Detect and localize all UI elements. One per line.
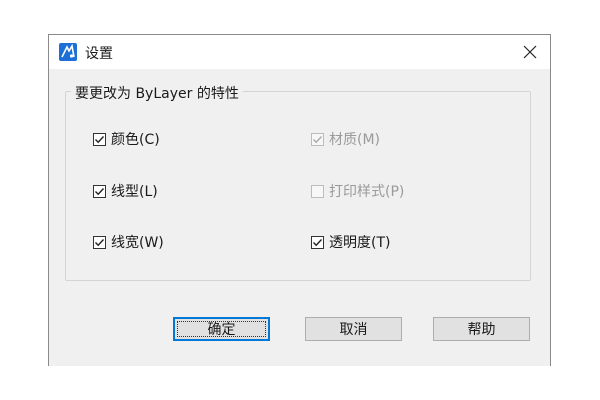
linetype-checkbox[interactable]: 线型(L) <box>93 181 158 201</box>
group-legend: 要更改为 ByLayer 的特性 <box>71 83 243 103</box>
checkbox-box <box>311 184 324 198</box>
plotstyle-checkbox: 打印样式(P) <box>311 181 404 201</box>
checkbox-box[interactable] <box>93 132 106 146</box>
linetype-label: 线型(L) <box>111 184 158 200</box>
title-bar: 设置 <box>49 35 550 69</box>
window-title: 设置 <box>85 46 113 62</box>
color-label: 颜色(C) <box>111 132 160 148</box>
checkbox-box[interactable] <box>93 184 106 198</box>
help-label: 帮助 <box>467 322 496 338</box>
checkbox-box[interactable] <box>93 235 106 249</box>
help-button[interactable]: 帮助 <box>433 317 530 341</box>
ok-button[interactable]: 确定 <box>173 317 270 341</box>
lineweight-checkbox[interactable]: 线宽(W) <box>93 232 164 252</box>
material-checkbox: 材质(M) <box>311 129 380 149</box>
transparency-label: 透明度(T) <box>329 235 391 251</box>
close-icon <box>523 45 537 59</box>
checkbox-box <box>311 132 324 146</box>
checkbox-box[interactable] <box>311 235 324 249</box>
plotstyle-label: 打印样式(P) <box>329 184 405 200</box>
lineweight-label: 线宽(W) <box>111 235 164 251</box>
close-button[interactable] <box>516 39 544 65</box>
focus-rect <box>177 321 266 337</box>
settings-dialog: 设置 要更改为 ByLayer 的特性 颜色(C) 线型(L) 线宽(W) 材质… <box>48 34 551 366</box>
color-checkbox[interactable]: 颜色(C) <box>93 129 160 149</box>
cad-app-icon <box>59 43 77 61</box>
material-label: 材质(M) <box>329 132 381 148</box>
cancel-label: 取消 <box>339 322 368 338</box>
transparency-checkbox[interactable]: 透明度(T) <box>311 232 390 252</box>
cancel-button[interactable]: 取消 <box>305 317 402 341</box>
